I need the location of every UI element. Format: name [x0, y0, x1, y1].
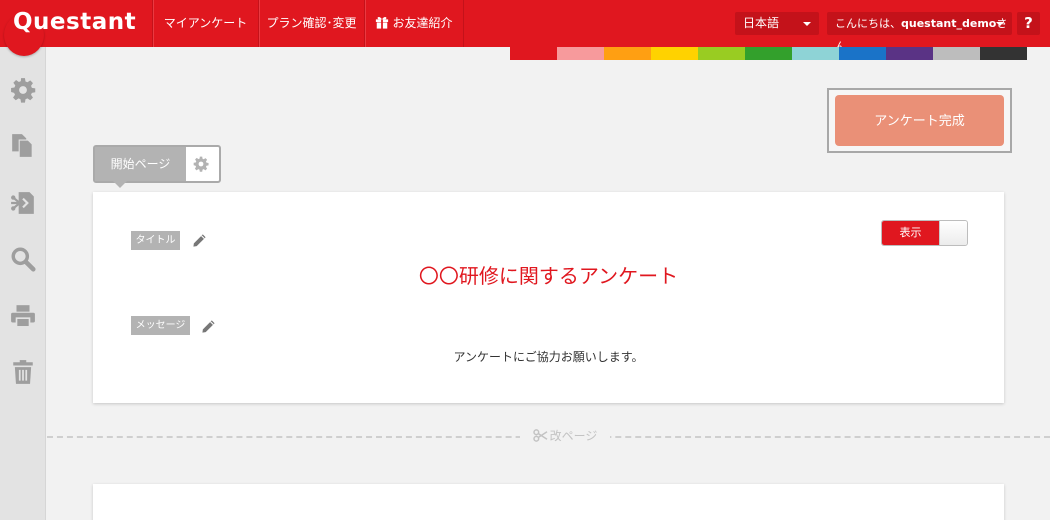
color-swatch[interactable]: [510, 47, 557, 60]
branch-icon[interactable]: [10, 190, 36, 216]
title-field-tag: タイトル: [131, 231, 180, 250]
survey-message[interactable]: アンケートにご協力お願いします。: [93, 348, 1004, 366]
message-field-tag: メッセージ: [131, 316, 190, 335]
color-swatch[interactable]: [839, 47, 886, 60]
tab-pointer: [113, 181, 127, 188]
survey-title[interactable]: 〇〇研修に関するアンケート: [93, 261, 1004, 291]
nav-plan[interactable]: プラン確認･変更: [258, 0, 364, 47]
trash-icon[interactable]: [10, 359, 36, 385]
color-swatch[interactable]: [980, 47, 1027, 60]
sidebar: [0, 47, 46, 520]
greeting-prefix: こんにちは、: [835, 17, 901, 30]
gift-icon: [376, 16, 389, 29]
nav-my-survey[interactable]: マイアンケート: [152, 0, 258, 47]
username: questant_demo: [901, 17, 997, 30]
search-icon[interactable]: [10, 246, 36, 272]
pencil-icon[interactable]: [201, 319, 216, 334]
color-swatch[interactable]: [698, 47, 745, 60]
caret-down-icon: [803, 22, 811, 26]
toggle-knob: [939, 221, 967, 245]
color-swatch[interactable]: [886, 47, 933, 60]
page-break-button[interactable]: 改ページ: [520, 426, 610, 446]
color-swatch[interactable]: [933, 47, 980, 60]
scissors-icon: [532, 429, 548, 442]
top-bar: Questant マイアンケート プラン確認･変更 お友達紹介 日本語 こんにち…: [0, 0, 1050, 56]
color-swatch[interactable]: [651, 47, 698, 60]
theme-color-swatches: [510, 47, 1027, 60]
color-swatch[interactable]: [745, 47, 792, 60]
finish-survey-button[interactable]: アンケート完成: [835, 95, 1004, 146]
user-menu[interactable]: こんにちは、questant_demoさん: [827, 12, 1012, 53]
caret-down-icon: [996, 22, 1004, 26]
language-select[interactable]: 日本語: [735, 12, 819, 35]
color-swatch[interactable]: [557, 47, 604, 60]
copy-icon[interactable]: [10, 133, 36, 159]
pencil-icon[interactable]: [192, 233, 207, 248]
color-swatch[interactable]: [604, 47, 651, 60]
language-value: 日本語: [743, 16, 780, 30]
start-page-label: 開始ページ: [95, 147, 186, 181]
start-page-tab[interactable]: 開始ページ: [93, 145, 221, 188]
app-logo[interactable]: Questant: [13, 5, 136, 39]
display-toggle[interactable]: 表示: [881, 220, 968, 246]
gear-icon[interactable]: [193, 156, 209, 172]
nav-refer-friend[interactable]: お友達紹介: [364, 0, 464, 47]
finish-button-frame: アンケート完成: [827, 88, 1012, 153]
next-page-card: [93, 484, 1004, 520]
start-page-card: タイトル 〇〇研修に関するアンケート メッセージ アンケートにご協力お願いします…: [93, 192, 1004, 403]
gear-icon[interactable]: [10, 77, 36, 103]
print-icon[interactable]: [10, 303, 36, 329]
display-toggle-label: 表示: [882, 221, 939, 245]
nav-my-survey-label: マイアンケート: [163, 16, 248, 30]
nav-refer-friend-label: お友達紹介: [392, 16, 453, 30]
color-swatch[interactable]: [792, 47, 839, 60]
nav-plan-label: プラン確認･変更: [266, 16, 357, 30]
page-break-label: 改ページ: [549, 429, 598, 443]
help-button[interactable]: ?: [1017, 12, 1040, 35]
